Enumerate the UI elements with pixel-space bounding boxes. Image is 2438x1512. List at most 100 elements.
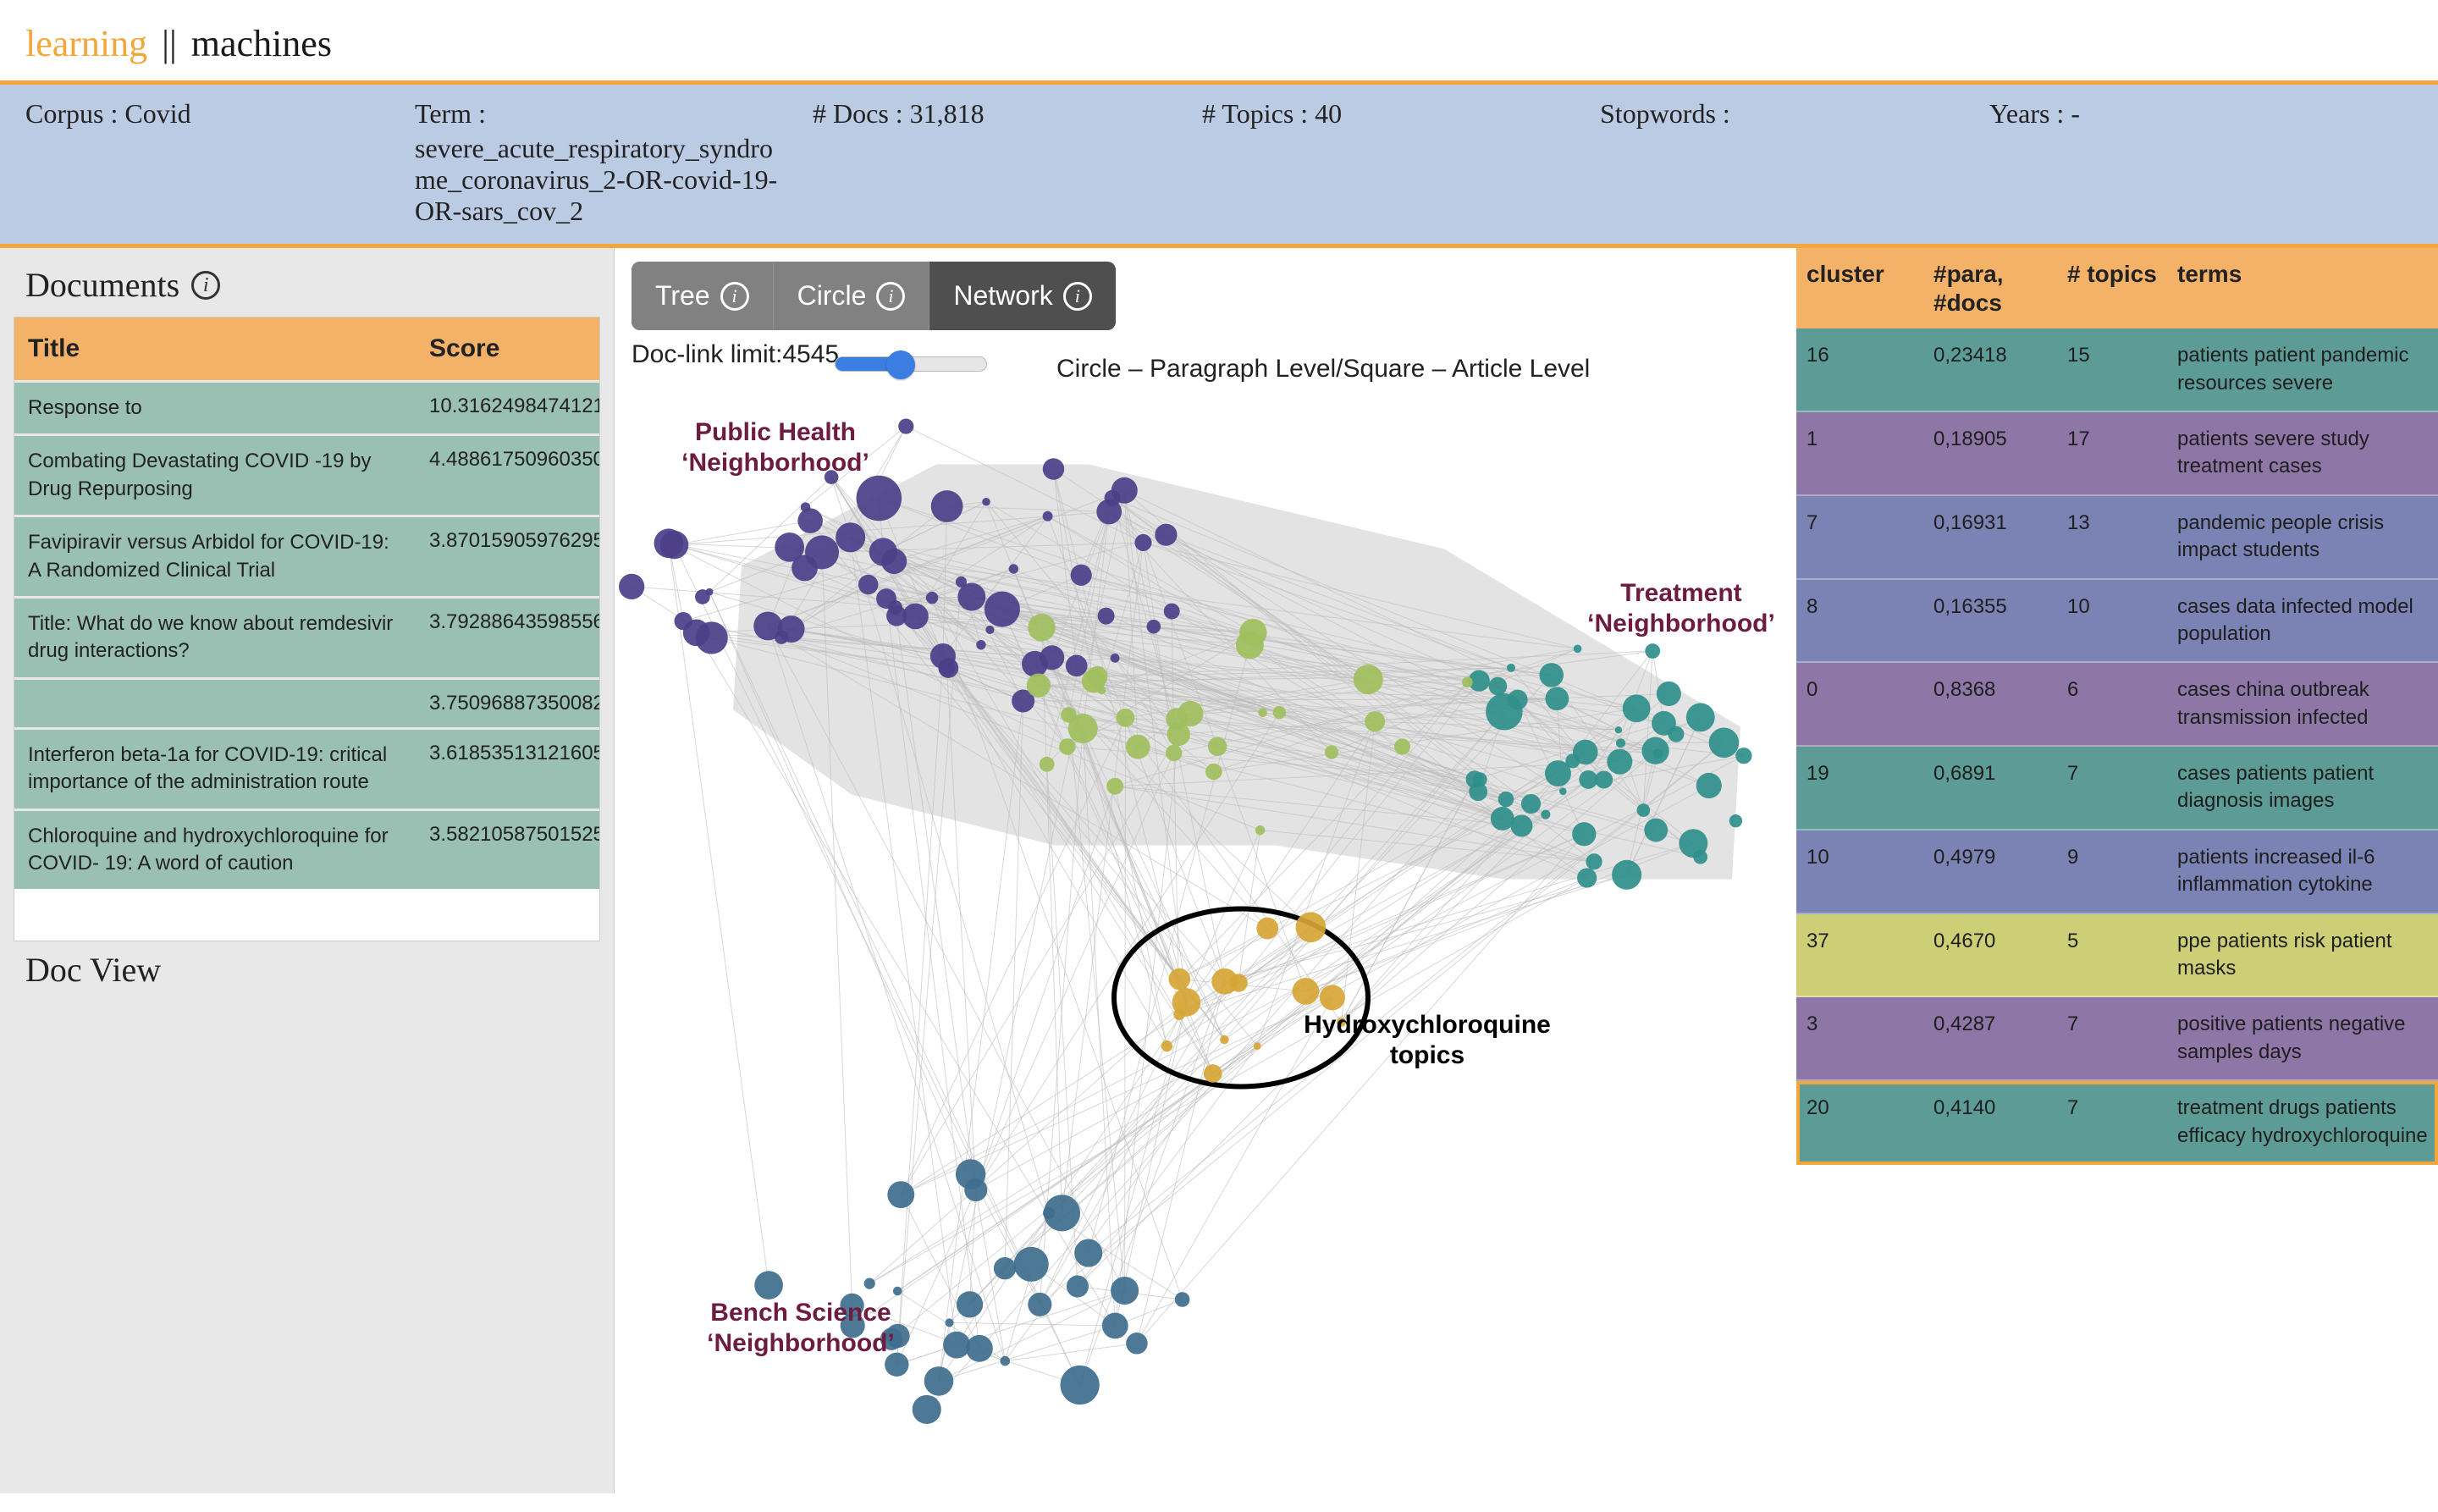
graph-node[interactable] <box>1507 664 1515 672</box>
table-row[interactable]: Chloroquine and hydroxychloroquine for C… <box>14 808 599 890</box>
graph-node[interactable] <box>754 1271 783 1300</box>
graph-node[interactable] <box>898 418 913 433</box>
col-para[interactable]: #para, #docs <box>1923 248 2057 328</box>
graph-node[interactable] <box>1208 737 1227 756</box>
tab-network[interactable]: Network i <box>929 262 1115 330</box>
graph-node[interactable] <box>1111 1277 1139 1305</box>
graph-node[interactable] <box>1559 787 1567 795</box>
cluster-row[interactable]: 70,1693113pandemic people crisis impact … <box>1796 496 2438 580</box>
graph-node[interactable] <box>1293 978 1320 1005</box>
graph-node[interactable] <box>1111 654 1120 663</box>
cluster-row[interactable]: 00,83686cases china outbreak transmissio… <box>1796 663 2438 747</box>
graph-node[interactable] <box>1040 757 1055 772</box>
graph-node[interactable] <box>1469 782 1487 801</box>
graph-node[interactable] <box>1612 860 1641 890</box>
graph-node[interactable] <box>1255 825 1265 835</box>
graph-node[interactable] <box>1462 676 1473 687</box>
graph-node[interactable] <box>1106 778 1123 795</box>
graph-node[interactable] <box>1161 1040 1172 1051</box>
graph-node[interactable] <box>1735 748 1751 764</box>
graph-node[interactable] <box>1155 524 1177 546</box>
table-row[interactable]: 3.75096887350082 <box>14 677 599 727</box>
graph-node[interactable] <box>1539 663 1564 687</box>
graph-node[interactable] <box>683 620 710 647</box>
graph-node[interactable] <box>1256 918 1278 940</box>
graph-node[interactable] <box>1027 673 1051 697</box>
graph-node[interactable] <box>1014 1247 1049 1282</box>
graph-node[interactable] <box>1668 726 1684 742</box>
graph-node[interactable] <box>695 589 710 604</box>
graph-node[interactable] <box>1657 682 1681 706</box>
graph-node[interactable] <box>1204 1064 1222 1083</box>
graph-node[interactable] <box>1615 726 1622 733</box>
graph-node[interactable] <box>1102 1313 1128 1339</box>
graph-node[interactable] <box>985 626 994 634</box>
slider-thumb[interactable] <box>886 350 915 379</box>
graph-node[interactable] <box>1009 564 1018 573</box>
graph-node[interactable] <box>1061 1366 1100 1404</box>
graph-node[interactable] <box>957 1291 983 1317</box>
graph-node[interactable] <box>957 583 985 611</box>
graph-node[interactable] <box>805 535 839 569</box>
graph-node[interactable] <box>1686 703 1715 731</box>
table-row[interactable]: Response to10.3162498474121 <box>14 380 599 433</box>
graph-node[interactable] <box>938 658 958 678</box>
graph-node[interactable] <box>1486 693 1523 731</box>
cluster-row[interactable]: 190,68917cases patients patient diagnosi… <box>1796 747 2438 830</box>
graph-node[interactable] <box>976 640 985 649</box>
graph-node[interactable] <box>1579 770 1597 789</box>
graph-node[interactable] <box>1126 1333 1147 1354</box>
graph-node[interactable] <box>1254 1042 1261 1050</box>
graph-node[interactable] <box>1074 1239 1102 1267</box>
graph-node[interactable] <box>1043 458 1064 479</box>
cluster-row[interactable]: 370,46705ppe patients risk patient masks <box>1796 914 2438 998</box>
graph-node[interactable] <box>1258 708 1267 717</box>
graph-node[interactable] <box>1545 687 1569 710</box>
graph-node[interactable] <box>836 522 865 552</box>
graph-node[interactable] <box>1211 968 1238 995</box>
table-row[interactable]: Title: What do we know about remdesivir … <box>14 596 599 677</box>
info-icon[interactable]: i <box>191 271 220 300</box>
graph-node[interactable] <box>1028 1293 1051 1316</box>
graph-node[interactable] <box>1040 645 1064 670</box>
graph-node[interactable] <box>1169 968 1191 991</box>
graph-node[interactable] <box>619 574 644 599</box>
graph-node[interactable] <box>1173 1009 1184 1020</box>
graph-node[interactable] <box>797 508 823 533</box>
info-icon[interactable]: i <box>720 282 749 311</box>
info-icon[interactable]: i <box>876 282 905 311</box>
graph-node[interactable] <box>881 549 907 574</box>
graph-node[interactable] <box>801 502 811 512</box>
graph-node[interactable] <box>1000 1356 1010 1366</box>
graph-node[interactable] <box>985 591 1020 626</box>
table-row[interactable]: Combating Devastating COVID -19 by Drug … <box>14 433 599 515</box>
table-row[interactable]: Interferon beta-1a for COVID-19: critica… <box>14 727 599 808</box>
graph-node[interactable] <box>1117 709 1135 727</box>
graph-node[interactable] <box>1693 850 1707 864</box>
graph-node[interactable] <box>1066 654 1088 676</box>
graph-node[interactable] <box>1616 738 1625 748</box>
graph-node[interactable] <box>1071 565 1092 586</box>
graph-node[interactable] <box>1043 1207 1055 1219</box>
graph-node[interactable] <box>1126 735 1150 759</box>
graph-node[interactable] <box>966 1335 993 1362</box>
graph-node[interactable] <box>1178 701 1203 726</box>
graph-node[interactable] <box>864 1278 875 1289</box>
cluster-row[interactable]: 80,1635510cases data infected model popu… <box>1796 580 2438 664</box>
graph-node[interactable] <box>1028 614 1055 641</box>
graph-node[interactable] <box>1320 985 1345 1010</box>
graph-node[interactable] <box>778 615 805 643</box>
graph-node[interactable] <box>1147 620 1161 634</box>
graph-node[interactable] <box>1365 711 1385 731</box>
graph-node[interactable] <box>1175 1292 1190 1307</box>
graph-node[interactable] <box>1059 738 1076 755</box>
graph-node[interactable] <box>1541 810 1550 819</box>
graph-node[interactable] <box>1394 738 1410 754</box>
col-cluster[interactable]: cluster <box>1796 248 1923 328</box>
graph-node[interactable] <box>1296 912 1327 942</box>
col-score[interactable]: Score <box>416 317 599 380</box>
cluster-row[interactable]: 100,49799patients increased il-6 inflamm… <box>1796 830 2438 914</box>
graph-node[interactable] <box>1489 677 1508 696</box>
cluster-row[interactable]: 160,2341815patients patient pandemic res… <box>1796 328 2438 412</box>
graph-node[interactable] <box>1205 764 1222 781</box>
